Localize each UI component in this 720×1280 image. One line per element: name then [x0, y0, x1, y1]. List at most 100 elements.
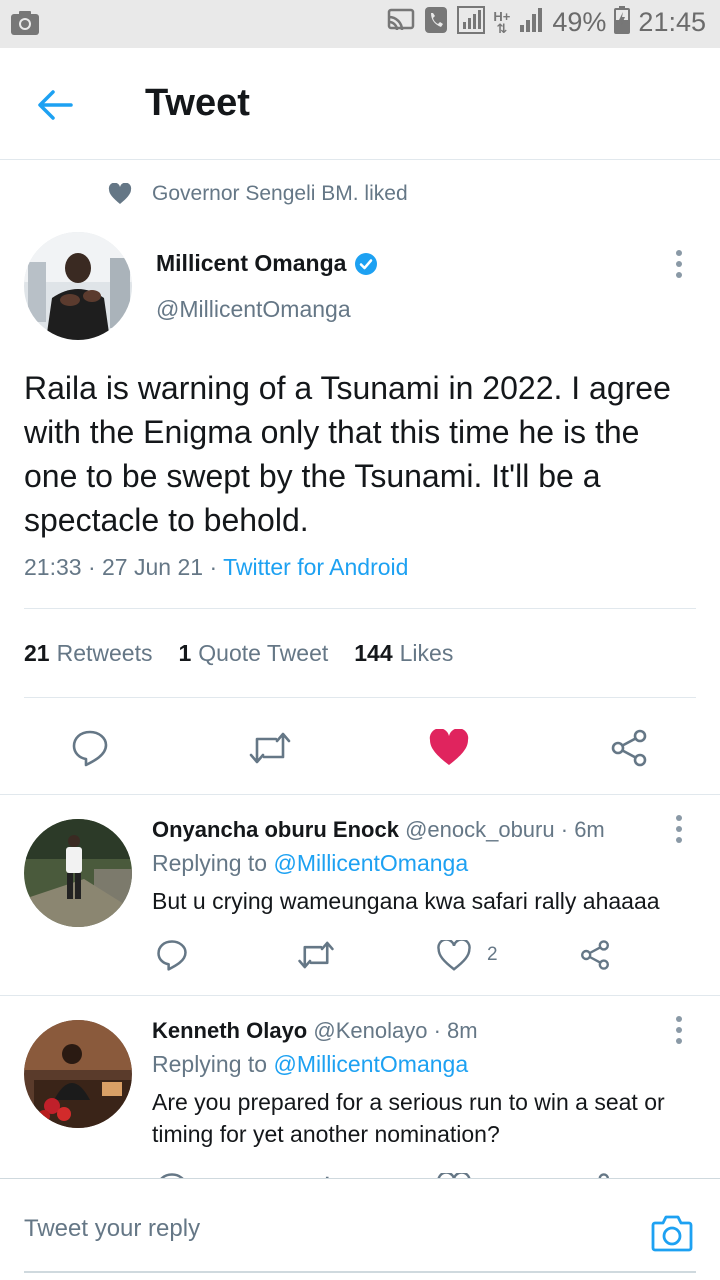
tweet-date: 27 Jun 21	[102, 554, 204, 580]
reply-like-button[interactable]	[432, 933, 476, 977]
retweet-button[interactable]	[244, 722, 296, 774]
reply-input[interactable]	[24, 1215, 604, 1243]
meta-separator: ·	[209, 554, 224, 580]
reply-header: Kenneth Olayo @Kenolayo · 8m	[152, 1018, 478, 1044]
meta-separator: ·	[87, 554, 103, 580]
arrow-left-icon	[38, 90, 73, 120]
reply-author-name[interactable]: Onyancha oburu Enock	[152, 817, 399, 842]
like-button[interactable]	[423, 722, 475, 774]
quotes-label: Quote Tweet	[198, 640, 329, 666]
clock: 21:45	[638, 7, 706, 37]
network-type-label: H+	[493, 8, 511, 24]
meta-separator: ·	[560, 817, 569, 842]
author-handle[interactable]: @MillicentOmanga	[156, 296, 351, 323]
reply-composer	[0, 1178, 720, 1280]
likes-count: 144	[354, 640, 393, 666]
quotes-count: 1	[178, 640, 192, 666]
retweets-count: 21	[24, 640, 50, 666]
reply-age: 8m	[447, 1018, 478, 1043]
author-name[interactable]: Millicent Omanga	[156, 250, 378, 277]
more-dot-icon	[676, 1038, 682, 1044]
reply-like-count: 2	[487, 944, 498, 965]
share-icon	[581, 940, 609, 970]
tweet-text: Raila is warning of a Tsunami in 2022. I…	[24, 370, 671, 538]
reply-tweet[interactable]: Onyancha oburu Enock @enock_oburu · 6m R…	[0, 795, 720, 995]
author-name-text: Millicent Omanga	[156, 250, 347, 276]
retweets-label: Retweets	[56, 640, 153, 666]
retweets-stat[interactable]: 21 Retweets	[24, 640, 152, 667]
call-icon	[423, 6, 449, 39]
tweet-stats: 21 Retweets 1 Quote Tweet 144 Likes	[24, 640, 453, 667]
divider	[24, 697, 696, 698]
reply-author-name[interactable]: Kenneth Olayo	[152, 1018, 307, 1043]
camera-notification-icon	[10, 10, 40, 41]
reply-age: 6m	[574, 817, 605, 842]
tweet-metadata: 21:33 · 27 Jun 21 · Twitter for Android	[24, 554, 408, 581]
more-dot-icon	[676, 1027, 682, 1033]
replying-to-label: Replying to	[152, 1051, 268, 1077]
page-title: Tweet	[145, 82, 250, 124]
heart-filled-icon	[429, 729, 469, 765]
replying-to: Replying to @MillicentOmanga	[152, 1051, 468, 1078]
more-dot-icon	[676, 272, 682, 278]
replying-to-mention[interactable]: @MillicentOmanga	[273, 1051, 468, 1077]
status-bar: H+ ⇅ 49% 21:45	[0, 0, 720, 48]
battery-charging-icon	[614, 6, 631, 39]
reply-text: Are you prepared for a serious run to wi…	[152, 1089, 665, 1147]
likes-stat[interactable]: 144 Likes	[354, 640, 453, 667]
heart-icon	[437, 939, 471, 971]
camera-icon	[651, 1215, 693, 1252]
reply-avatar[interactable]	[24, 819, 132, 927]
replying-to: Replying to @MillicentOmanga	[152, 850, 468, 877]
quote-tweets-stat[interactable]: 1 Quote Tweet	[178, 640, 328, 667]
reply-reply-button[interactable]	[150, 1166, 194, 1178]
verified-badge-icon	[355, 252, 378, 275]
tweet-actions	[0, 718, 720, 778]
reply-icon	[157, 940, 187, 971]
reply-share-button[interactable]	[573, 933, 617, 977]
reply-share-button[interactable]	[573, 1166, 617, 1178]
tweet-time: 21:33	[24, 554, 82, 580]
reply-reply-button[interactable]	[150, 933, 194, 977]
reply-tweet[interactable]: Kenneth Olayo @Kenolayo · 8m Replying to…	[0, 996, 720, 1178]
tweet-more-button[interactable]	[664, 244, 694, 284]
add-media-button[interactable]	[650, 1211, 694, 1255]
reply-author-handle[interactable]: @enock_oburu	[405, 817, 555, 842]
author-avatar[interactable]	[24, 232, 132, 340]
reply-icon	[72, 730, 108, 767]
top-app-bar: Tweet	[0, 48, 720, 160]
more-dot-icon	[676, 250, 682, 256]
likes-label: Likes	[399, 640, 454, 666]
reply-like-button[interactable]	[432, 1166, 476, 1178]
battery-percent: 49%	[552, 7, 607, 37]
network-type-icon: H+ ⇅	[493, 8, 511, 36]
divider	[24, 608, 696, 609]
reply-retweet-button[interactable]	[294, 933, 338, 977]
heart-small-icon	[108, 183, 132, 204]
meta-separator: ·	[433, 1018, 441, 1043]
signal-box-icon	[457, 6, 486, 39]
more-dot-icon	[676, 261, 682, 267]
replying-to-mention[interactable]: @MillicentOmanga	[273, 850, 468, 876]
retweet-icon	[298, 941, 334, 969]
more-dot-icon	[676, 837, 682, 843]
reply-more-button[interactable]	[664, 1010, 694, 1050]
social-context-text: Governor Sengeli BM. liked	[152, 182, 408, 205]
more-dot-icon	[676, 1016, 682, 1022]
replying-to-label: Replying to	[152, 850, 268, 876]
back-button[interactable]	[30, 80, 80, 130]
composer-underline	[24, 1271, 696, 1273]
reply-text: But u crying wameungana kwa safari rally…	[152, 888, 660, 914]
reply-avatar[interactable]	[24, 1020, 132, 1128]
share-icon	[611, 729, 647, 767]
more-dot-icon	[676, 815, 682, 821]
reply-more-button[interactable]	[664, 809, 694, 849]
more-dot-icon	[676, 826, 682, 832]
social-context: Governor Sengeli BM. liked	[108, 182, 408, 206]
retweet-icon	[249, 732, 291, 764]
share-button[interactable]	[603, 722, 655, 774]
reply-author-handle[interactable]: @Kenolayo	[313, 1018, 427, 1043]
tweet-source-link[interactable]: Twitter for Android	[223, 554, 408, 580]
reply-retweet-button[interactable]	[294, 1166, 338, 1178]
reply-button[interactable]	[64, 722, 116, 774]
